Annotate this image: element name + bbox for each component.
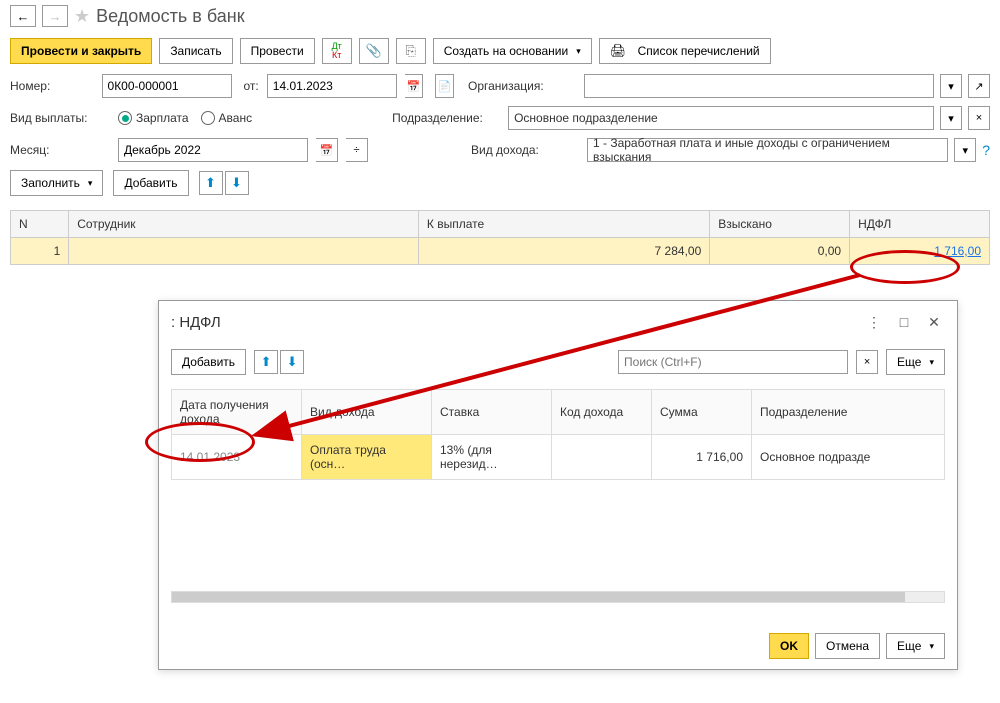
dialog-move-up-button[interactable]: ⬆ <box>254 350 278 374</box>
dialog-search-input[interactable] <box>618 350 848 374</box>
month-label: Месяц: <box>10 143 110 157</box>
month-input[interactable] <box>118 138 308 162</box>
favorite-star-icon[interactable]: ★ <box>74 6 90 27</box>
radio-dot-icon <box>201 111 215 125</box>
calendar-icon <box>407 80 421 93</box>
date-input[interactable] <box>267 74 397 98</box>
dlg-col-rate[interactable]: Ставка <box>432 390 552 435</box>
dept-label: Подразделение: <box>392 111 502 125</box>
income-label: Вид дохода: <box>471 143 581 157</box>
nav-back-button[interactable]: ← <box>10 5 36 27</box>
org-label: Организация: <box>468 79 578 93</box>
dlg-col-code[interactable]: Код дохода <box>552 390 652 435</box>
dialog-add-button[interactable]: Добавить <box>171 349 246 375</box>
doc-status-button[interactable] <box>435 74 454 98</box>
dialog-cancel-button[interactable]: Отмена <box>815 633 880 659</box>
attach-button[interactable] <box>359 38 389 64</box>
col-ndfl[interactable]: НДФЛ <box>850 211 990 238</box>
dialog-ok-button[interactable]: OK <box>769 633 809 659</box>
save-button[interactable]: Записать <box>159 38 232 64</box>
add-row-button[interactable]: Добавить <box>113 170 188 196</box>
income-dropdown-button[interactable]: ▾ <box>954 138 976 162</box>
cell-to-pay[interactable]: 7 284,00 <box>418 238 709 265</box>
dlg-cell-code[interactable] <box>552 435 652 480</box>
dlg-cell-dept[interactable]: Основное подразде <box>752 435 945 480</box>
col-employee[interactable]: Сотрудник <box>69 211 419 238</box>
document-icon <box>438 80 452 93</box>
month-stepper-button[interactable]: ÷ <box>346 138 368 162</box>
dlg-cell-sum[interactable]: 1 716,00 <box>652 435 752 480</box>
move-down-button[interactable]: ⬇ <box>225 171 249 195</box>
nav-forward-button[interactable]: → <box>42 5 68 27</box>
attach-icon <box>366 43 382 59</box>
org-open-button[interactable]: ↗ <box>968 74 990 98</box>
org-select[interactable] <box>584 74 934 98</box>
dlg-col-date[interactable]: Дата получения дохода <box>172 390 302 435</box>
col-n[interactable]: N <box>11 211 69 238</box>
copy-icon <box>405 43 415 59</box>
dlg-cell-kind[interactable]: Оплата труда (осн… <box>302 435 432 480</box>
month-picker-button[interactable] <box>316 138 338 162</box>
horizontal-scrollbar[interactable] <box>171 591 945 603</box>
page-title: Ведомость в банк <box>96 6 244 27</box>
dialog-more-button[interactable]: Еще <box>886 349 945 375</box>
dt-kt-button[interactable]: ДтКт <box>322 38 352 64</box>
radio-advance[interactable]: Аванс <box>201 111 253 125</box>
radio-dot-icon <box>118 111 132 125</box>
date-label: от: <box>244 79 259 93</box>
calendar-icon <box>320 144 334 157</box>
payment-type-label: Вид выплаты: <box>10 111 110 125</box>
post-button[interactable]: Провести <box>240 38 315 64</box>
cell-n: 1 <box>11 238 69 265</box>
table-row[interactable]: 14.01.2023 Оплата труда (осн… 13% (для н… <box>172 435 945 480</box>
org-dropdown-button[interactable]: ▾ <box>940 74 962 98</box>
dlg-col-sum[interactable]: Сумма <box>652 390 752 435</box>
move-up-button[interactable]: ⬆ <box>199 171 223 195</box>
number-label: Номер: <box>10 79 94 93</box>
dialog-footer-more-button[interactable]: Еще <box>886 633 945 659</box>
dlg-cell-rate[interactable]: 13% (для нерезид… <box>432 435 552 480</box>
print-icon <box>610 43 627 59</box>
dlg-col-kind[interactable]: Вид дохода <box>302 390 432 435</box>
date-picker-button[interactable] <box>405 74 424 98</box>
table-row[interactable]: 1 7 284,00 0,00 1 716,00 <box>11 238 990 265</box>
cell-employee[interactable] <box>69 238 419 265</box>
transfer-list-button[interactable]: Список перечислений <box>599 38 771 64</box>
post-and-close-button[interactable]: Провести и закрыть <box>10 38 152 64</box>
ndfl-link[interactable]: 1 716,00 <box>934 244 981 258</box>
number-input[interactable] <box>102 74 232 98</box>
ndfl-dialog: : НДФЛ ⋮ □ ✕ Добавить ⬆ ⬇ × Еще Дата пол… <box>158 300 958 670</box>
col-to-pay[interactable]: К выплате <box>418 211 709 238</box>
col-collected[interactable]: Взыскано <box>710 211 850 238</box>
help-icon[interactable]: ? <box>982 142 990 158</box>
dept-clear-button[interactable]: × <box>968 106 990 130</box>
create-based-on-button[interactable]: Создать на основании <box>433 38 592 64</box>
dept-select[interactable]: Основное подразделение <box>508 106 934 130</box>
main-table: N Сотрудник К выплате Взыскано НДФЛ 1 7 … <box>10 210 990 265</box>
dialog-move-down-button[interactable]: ⬇ <box>280 350 304 374</box>
dialog-search-clear-button[interactable]: × <box>856 350 878 374</box>
income-select[interactable]: 1 - Заработная плата и иные доходы с огр… <box>587 138 948 162</box>
copy-button[interactable] <box>396 38 426 64</box>
cell-ndfl[interactable]: 1 716,00 <box>850 238 990 265</box>
dialog-title: : НДФЛ <box>171 314 855 331</box>
dialog-table: Дата получения дохода Вид дохода Ставка … <box>171 389 945 480</box>
dialog-maximize-button[interactable]: □ <box>893 311 915 333</box>
dept-dropdown-button[interactable]: ▾ <box>940 106 962 130</box>
radio-salary[interactable]: Зарплата <box>118 111 189 125</box>
dialog-menu-button[interactable]: ⋮ <box>863 311 885 333</box>
dlg-col-dept[interactable]: Подразделение <box>752 390 945 435</box>
dlg-cell-date[interactable]: 14.01.2023 <box>172 435 302 480</box>
cell-collected[interactable]: 0,00 <box>710 238 850 265</box>
fill-button[interactable]: Заполнить <box>10 170 103 196</box>
dialog-close-button[interactable]: ✕ <box>923 311 945 333</box>
